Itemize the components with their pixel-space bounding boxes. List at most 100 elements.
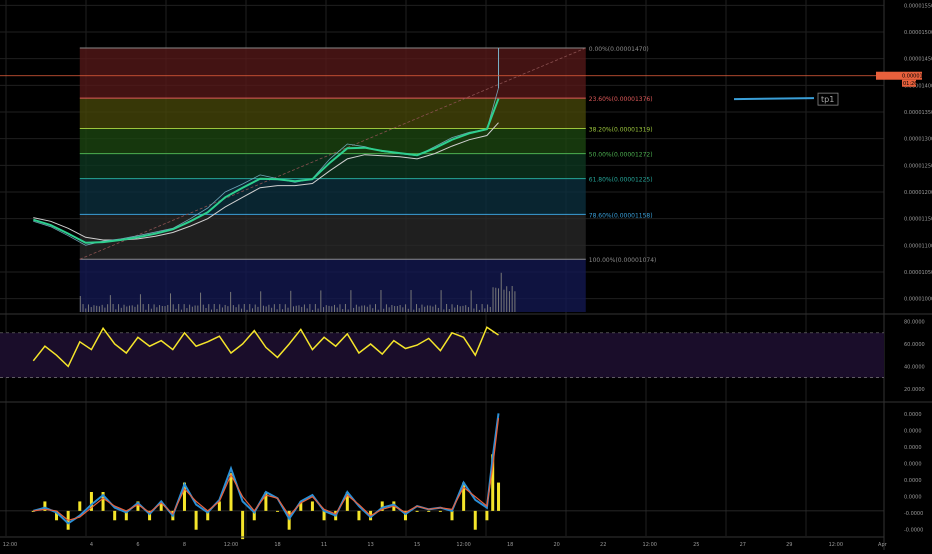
macd-tick-label: 0.0000 xyxy=(904,495,922,501)
volume-bar xyxy=(118,304,120,312)
volume-bar xyxy=(104,307,106,312)
trading-chart[interactable]: 0.00%(0.00001470) 23.60%(0.00001376) 38.20… xyxy=(0,0,932,550)
volume-bar xyxy=(241,308,243,312)
volume-bar xyxy=(205,308,207,312)
volume-bar xyxy=(145,309,147,312)
macd-histogram-bar xyxy=(194,510,198,530)
volume-bar xyxy=(508,291,510,312)
time-tick-label: 12:00 xyxy=(456,542,470,548)
volume-bar xyxy=(333,304,335,312)
volume-bar xyxy=(484,308,486,312)
macd-tick-label: -0.0000 xyxy=(904,528,923,534)
volume-bar xyxy=(342,309,344,312)
volume-bar xyxy=(336,307,338,312)
volume-bar xyxy=(142,304,144,312)
volume-bar xyxy=(107,304,109,312)
volume-bar xyxy=(257,306,259,312)
volume-bar xyxy=(271,307,273,312)
fib-level-label: 61.80%(0.00001225) xyxy=(589,177,653,184)
volume-bar xyxy=(476,304,478,312)
rsi-tick-label: 20.0000 xyxy=(904,387,925,393)
fib-level-label: 50.00%(0.00001272) xyxy=(589,152,653,159)
volume-bar xyxy=(120,307,122,312)
fib-band xyxy=(79,214,586,260)
volume-bar xyxy=(98,306,100,312)
volume-bar xyxy=(101,304,103,312)
volume-bar xyxy=(273,304,275,312)
volume-bar xyxy=(489,306,491,312)
macd-histogram-bar xyxy=(113,510,117,521)
macd-histogram-bar xyxy=(438,510,442,512)
volume-bar xyxy=(413,309,415,312)
volume-bar xyxy=(492,287,494,312)
volume-bar xyxy=(410,290,412,312)
chart-canvas[interactable]: 0.00%(0.00001470) 23.60%(0.00001376) 38.20… xyxy=(0,0,932,550)
rsi-tick-label: 80.0000 xyxy=(904,320,925,326)
volume-bar xyxy=(396,306,398,312)
volume-bar xyxy=(366,306,368,312)
price-tick-label: 0.00001300 xyxy=(904,137,932,143)
volume-bar xyxy=(424,306,426,312)
macd-histogram-bar xyxy=(427,510,431,512)
volume-bar xyxy=(235,307,237,312)
macd-tick-label: 0.0000 xyxy=(904,462,922,468)
macd-histogram-bar xyxy=(473,510,477,530)
rsi-band xyxy=(0,332,884,378)
volume-bar xyxy=(238,304,240,312)
volume-bar xyxy=(167,304,169,312)
volume-bar xyxy=(90,307,92,312)
macd-tick-label: -0.0000 xyxy=(904,511,923,517)
volume-bar xyxy=(202,304,204,312)
volume-bar xyxy=(249,304,251,312)
volume-bar xyxy=(87,304,89,312)
macd-histogram-bar xyxy=(241,510,245,540)
macd-histogram-bar xyxy=(415,510,419,512)
volume-bar xyxy=(230,291,232,312)
time-tick-label: 29 xyxy=(786,542,792,548)
time-tick-label: 11 xyxy=(321,542,327,548)
volume-bar xyxy=(402,307,404,312)
macd-tick-label: 0.0000 xyxy=(904,478,922,484)
volume-bar xyxy=(268,304,270,312)
volume-bar xyxy=(243,304,245,312)
volume-bar xyxy=(437,307,439,312)
fib-level-label: 100.00%(0.00001074) xyxy=(589,257,657,264)
volume-bar xyxy=(150,308,152,312)
rsi-tick-label: 40.0000 xyxy=(904,364,925,370)
time-tick-label: 12:00 xyxy=(224,542,238,548)
volume-bar xyxy=(440,290,442,312)
time-tick-label: 15 xyxy=(414,542,420,548)
volume-bar xyxy=(407,308,409,312)
volume-bar xyxy=(96,305,98,312)
volume-bar xyxy=(232,305,234,312)
volume-bar xyxy=(369,304,371,312)
volume-bar xyxy=(189,304,191,312)
rsi-tick-label: 60.0000 xyxy=(904,342,925,348)
macd-tick-label: 0.0000 xyxy=(904,429,922,435)
volume-bar xyxy=(301,306,303,312)
volume-bar xyxy=(328,305,330,312)
volume-bar xyxy=(79,296,81,312)
volume-bar xyxy=(148,304,150,312)
volume-bar xyxy=(350,290,352,312)
price-tick-label: 0.00001450 xyxy=(904,57,932,63)
time-tick-label: 13 xyxy=(367,542,373,548)
volume-bar xyxy=(153,304,155,312)
volume-bar xyxy=(159,305,161,312)
volume-bar xyxy=(292,306,294,312)
time-tick-label: 27 xyxy=(740,542,746,548)
volume-bar xyxy=(172,304,174,312)
volume-bar xyxy=(317,308,319,312)
volume-bar xyxy=(93,305,95,312)
volume-bar xyxy=(137,304,139,312)
volume-bar xyxy=(115,309,117,312)
volume-bar xyxy=(224,304,226,312)
volume-bar xyxy=(82,304,84,312)
volume-bar xyxy=(377,309,379,312)
volume-bar xyxy=(364,305,366,312)
time-tick-label: 8 xyxy=(183,542,186,548)
volume-bar xyxy=(276,309,278,312)
time-tick-label: Apr xyxy=(878,542,888,548)
volume-bar xyxy=(112,304,114,312)
fib-level-label: 23.60%(0.00001376) xyxy=(589,96,653,103)
